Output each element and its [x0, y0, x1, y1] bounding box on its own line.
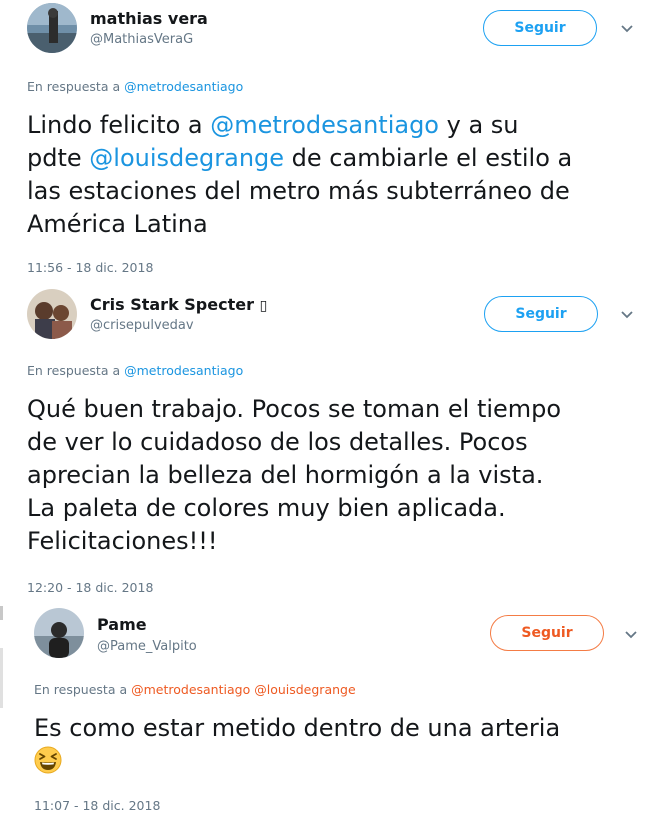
tweet-text-line: La paleta de colores muy bien aplicada.: [27, 494, 506, 522]
reply-mention-link[interactable]: @metrodesantiago: [131, 682, 250, 697]
tweet-text-line: Es como estar metido dentro de una arter…: [34, 714, 561, 742]
reply-prefix: En respuesta a: [27, 363, 121, 378]
avatar[interactable]: [34, 608, 84, 658]
tweet-pame: Pame @Pame_Valpito Seguir En respuesta a…: [0, 602, 650, 826]
tweet-text-line: pdte @louisdegrange de cambiarle el esti…: [27, 144, 573, 172]
follow-button[interactable]: Seguir: [490, 615, 604, 651]
avatar[interactable]: [27, 3, 77, 53]
tweet-text-line: Qué buen trabajo. Pocos se toman el tiem…: [27, 395, 562, 423]
timestamp[interactable]: 11:56 - 18 dic. 2018: [27, 260, 153, 275]
chevron-down-icon[interactable]: [620, 310, 634, 320]
tweet-text-line: aprecian la belleza del hormigón a la vi…: [27, 461, 544, 489]
chevron-down-icon[interactable]: [624, 630, 638, 640]
mention-link[interactable]: @louisdegrange: [89, 144, 284, 172]
tweet-text-line: las estaciones del metro más subterráneo…: [27, 177, 570, 205]
grinning-squinting-face-icon: [34, 746, 62, 774]
reply-prefix: En respuesta a: [27, 79, 121, 94]
tweet-text-line: de ver lo cuidadoso de los detalles. Poc…: [27, 428, 528, 456]
tweet-cris: Cris Stark Specter ▯ @crisepulvedav Segu…: [0, 286, 650, 602]
tweet-text: Lindo felicito a @metrodesantiago y a su…: [27, 109, 572, 241]
tweet-text: Es como estar metido dentro de una arter…: [34, 712, 560, 778]
tweet-text-line: América Latina: [27, 210, 208, 238]
follow-button[interactable]: Seguir: [484, 296, 598, 332]
display-name[interactable]: mathias vera: [90, 9, 208, 28]
tweet-mathias: mathias vera @MathiasVeraG Seguir En res…: [0, 0, 650, 286]
reply-context: En respuesta a @metrodesantiago: [27, 79, 243, 94]
reply-mention-link[interactable]: @louisdegrange: [254, 682, 355, 697]
tweet-text-line: [34, 745, 560, 778]
user-handle[interactable]: @crisepulvedav: [90, 318, 194, 333]
reply-context: En respuesta a @metrodesantiago: [27, 363, 243, 378]
timestamp[interactable]: 11:07 - 18 dic. 2018: [34, 798, 160, 813]
tweet-text-line: Lindo felicito a @metrodesantiago y a su: [27, 111, 519, 139]
user-handle[interactable]: @MathiasVeraG: [90, 32, 193, 47]
reply-context: En respuesta a @metrodesantiago @louisde…: [34, 682, 356, 697]
mention-link[interactable]: @metrodesantiago: [210, 111, 439, 139]
avatar[interactable]: [27, 289, 77, 339]
tweet-text: Qué buen trabajo. Pocos se toman el tiem…: [27, 393, 561, 558]
chevron-down-icon[interactable]: [620, 24, 634, 34]
name-symbol: ▯: [259, 298, 268, 314]
reply-prefix: En respuesta a: [34, 682, 128, 697]
reply-mention-link[interactable]: @metrodesantiago: [124, 79, 243, 94]
reply-mention-link[interactable]: @metrodesantiago: [124, 363, 243, 378]
timestamp[interactable]: 12:20 - 18 dic. 2018: [27, 580, 153, 595]
user-handle[interactable]: @Pame_Valpito: [97, 639, 197, 654]
display-name[interactable]: Pame: [97, 615, 147, 634]
follow-button[interactable]: Seguir: [483, 10, 597, 46]
tweet-text-line: Felicitaciones!!!: [27, 527, 218, 555]
display-name[interactable]: Cris Stark Specter ▯: [90, 295, 267, 314]
